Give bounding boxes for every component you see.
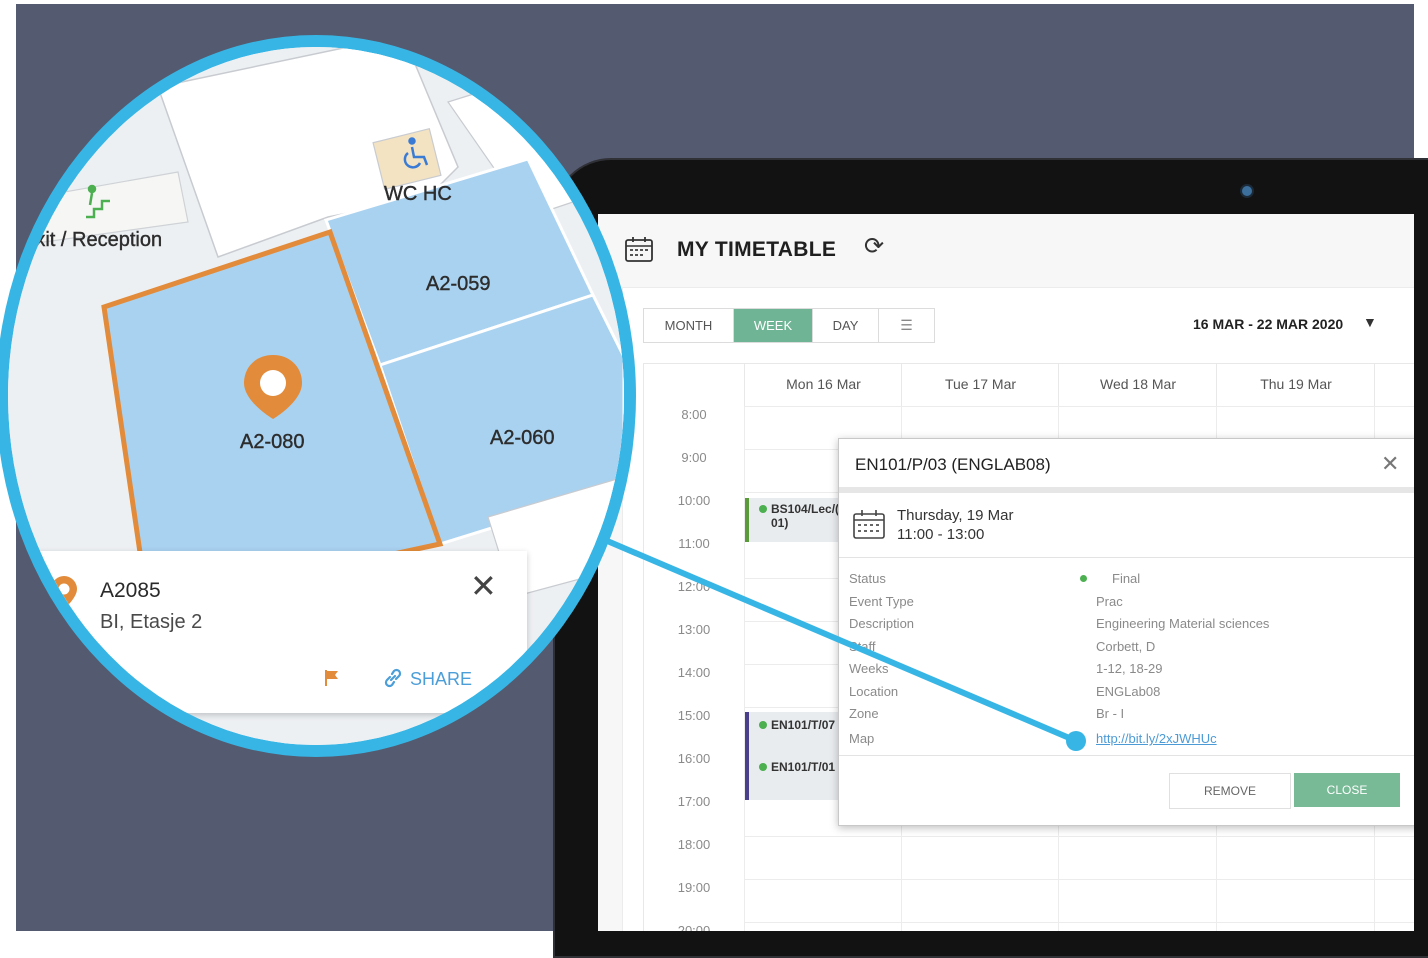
detail-label: Map xyxy=(849,731,875,746)
close-button[interactable]: CLOSE xyxy=(1294,773,1400,807)
detail-label: Location xyxy=(849,684,899,699)
list-view-icon[interactable]: ☰ xyxy=(879,309,934,342)
map-link[interactable]: http://bit.ly/2xJWHUc xyxy=(1096,731,1217,746)
detail-value: Engineering Material sciences xyxy=(1096,616,1270,631)
time-label: 13:00 xyxy=(677,622,711,637)
status-dot xyxy=(759,763,767,771)
time-label: 10:00 xyxy=(677,493,711,508)
grid-line xyxy=(744,836,1414,837)
time-label: 9:00 xyxy=(681,450,707,465)
event-code: EN101/T/01 xyxy=(771,760,836,774)
map-label: Exit / Reception xyxy=(22,229,163,251)
grid-line xyxy=(744,406,745,931)
event-code: EN101/T/07 xyxy=(771,718,836,732)
room-label[interactable]: A2-060 xyxy=(490,427,555,450)
time-label: 14:00 xyxy=(677,665,711,680)
close-icon[interactable]: ✕ xyxy=(1381,451,1399,477)
tab-day[interactable]: DAY xyxy=(813,309,879,342)
detail-value: Br - I xyxy=(1096,706,1125,721)
detail-row: Location ENGLab08 xyxy=(849,684,1409,706)
refresh-icon[interactable]: ⟳ xyxy=(864,232,884,261)
status-value: Final xyxy=(1112,571,1141,586)
calendar-icon xyxy=(625,236,653,267)
detail-row: Staff Corbett, D xyxy=(849,639,1409,661)
time-label: 20:00 xyxy=(677,923,711,931)
page-title: MY TIMETABLE xyxy=(677,238,837,261)
detail-label: Weeks xyxy=(849,661,889,676)
divider xyxy=(839,557,1414,558)
event-code: BS104/Lec/( xyxy=(771,502,840,516)
map-label: WC HC xyxy=(384,183,452,205)
detail-row: Map http://bit.ly/2xJWHUc xyxy=(849,731,1409,753)
detail-value: Final xyxy=(1080,571,1141,586)
time-label: 15:00 xyxy=(677,708,711,723)
divider xyxy=(839,487,1414,493)
detail-value: Corbett, D xyxy=(1096,639,1156,654)
tab-week[interactable]: WEEK xyxy=(734,309,813,342)
status-dot xyxy=(759,721,767,729)
detail-label: Description xyxy=(849,616,915,631)
status-dot xyxy=(759,505,767,513)
day-header: Thu 19 Mar xyxy=(1216,364,1375,406)
link-icon[interactable] xyxy=(382,667,404,694)
detail-row: Event Type Prac xyxy=(849,594,1409,616)
timetable-screen: MY TIMETABLE ⟳ MONTH WEEK DAY ☰ 16 MAR -… xyxy=(598,214,1414,931)
tab-month[interactable]: MONTH xyxy=(644,309,734,342)
detail-label: Staff xyxy=(849,639,876,654)
event-time: 11:00 - 13:00 xyxy=(897,526,985,543)
status-dot xyxy=(1080,575,1087,582)
map-pin-icon xyxy=(50,575,78,616)
detail-row: Zone Br - I xyxy=(849,706,1409,728)
room-label[interactable]: A2-059 xyxy=(426,273,491,296)
time-label: 16:00 xyxy=(677,751,711,766)
event-detail-dialog: EN101/P/03 (ENGLAB08) ✕ Thursday, 19 Mar… xyxy=(838,438,1414,826)
close-icon[interactable]: ✕ xyxy=(470,567,497,605)
view-switcher: MONTH WEEK DAY ☰ xyxy=(643,308,935,343)
flag-icon[interactable] xyxy=(324,669,340,692)
day-header: Mon 16 Mar xyxy=(744,364,902,406)
map-magnifier: Exit / Reception WC HC A2-059 A2-080 A2-… xyxy=(8,47,624,745)
calendar-icon xyxy=(853,509,885,544)
calendar-event[interactable]: EN101/T/07 EN101/T/01 xyxy=(745,712,843,800)
room-label[interactable]: A2-080 xyxy=(240,431,305,454)
room-popup: A2085 BI, Etasje 2 ✕ SHARE xyxy=(30,551,527,713)
dialog-title: EN101/P/03 (ENGLAB08) xyxy=(855,455,1051,474)
share-button[interactable]: SHARE xyxy=(410,669,472,690)
remove-button[interactable]: REMOVE xyxy=(1169,773,1291,809)
detail-value: Prac xyxy=(1096,594,1123,609)
time-label: 12:00 xyxy=(677,579,711,594)
time-label: 11:00 xyxy=(678,536,710,551)
date-range[interactable]: 16 MAR - 22 MAR 2020 xyxy=(1193,316,1343,332)
divider xyxy=(839,755,1414,756)
camera-icon xyxy=(1242,186,1252,196)
day-header: Tue 17 Mar xyxy=(901,364,1059,406)
calendar-event[interactable]: BS104/Lec/( 01) xyxy=(745,498,843,542)
grid-line xyxy=(744,922,1414,923)
room-location: BI, Etasje 2 xyxy=(100,611,203,633)
detail-value: ENGLab08 xyxy=(1096,684,1161,699)
event-date: Thursday, 19 Mar xyxy=(897,507,1014,524)
day-header: Wed 18 Mar xyxy=(1058,364,1217,406)
event-code: 01) xyxy=(771,516,789,530)
time-label: 18:00 xyxy=(677,837,711,852)
time-label: 17:00 xyxy=(677,794,711,809)
detail-label: Event Type xyxy=(849,594,914,609)
detail-row: Status Final xyxy=(849,571,1409,593)
time-label: 8:00 xyxy=(681,407,707,422)
grid-line xyxy=(744,879,1414,880)
caret-down-icon[interactable]: ▼ xyxy=(1363,314,1377,330)
detail-row: Description Engineering Material science… xyxy=(849,616,1409,638)
detail-row: Weeks 1-12, 18-29 xyxy=(849,661,1409,683)
detail-label: Zone xyxy=(849,706,879,721)
room-name: A2085 xyxy=(100,579,161,602)
detail-value: 1-12, 18-29 xyxy=(1096,661,1163,676)
day-header xyxy=(1374,364,1414,406)
detail-label: Status xyxy=(849,571,886,586)
time-label: 19:00 xyxy=(677,880,711,895)
grid-line xyxy=(744,406,1414,407)
